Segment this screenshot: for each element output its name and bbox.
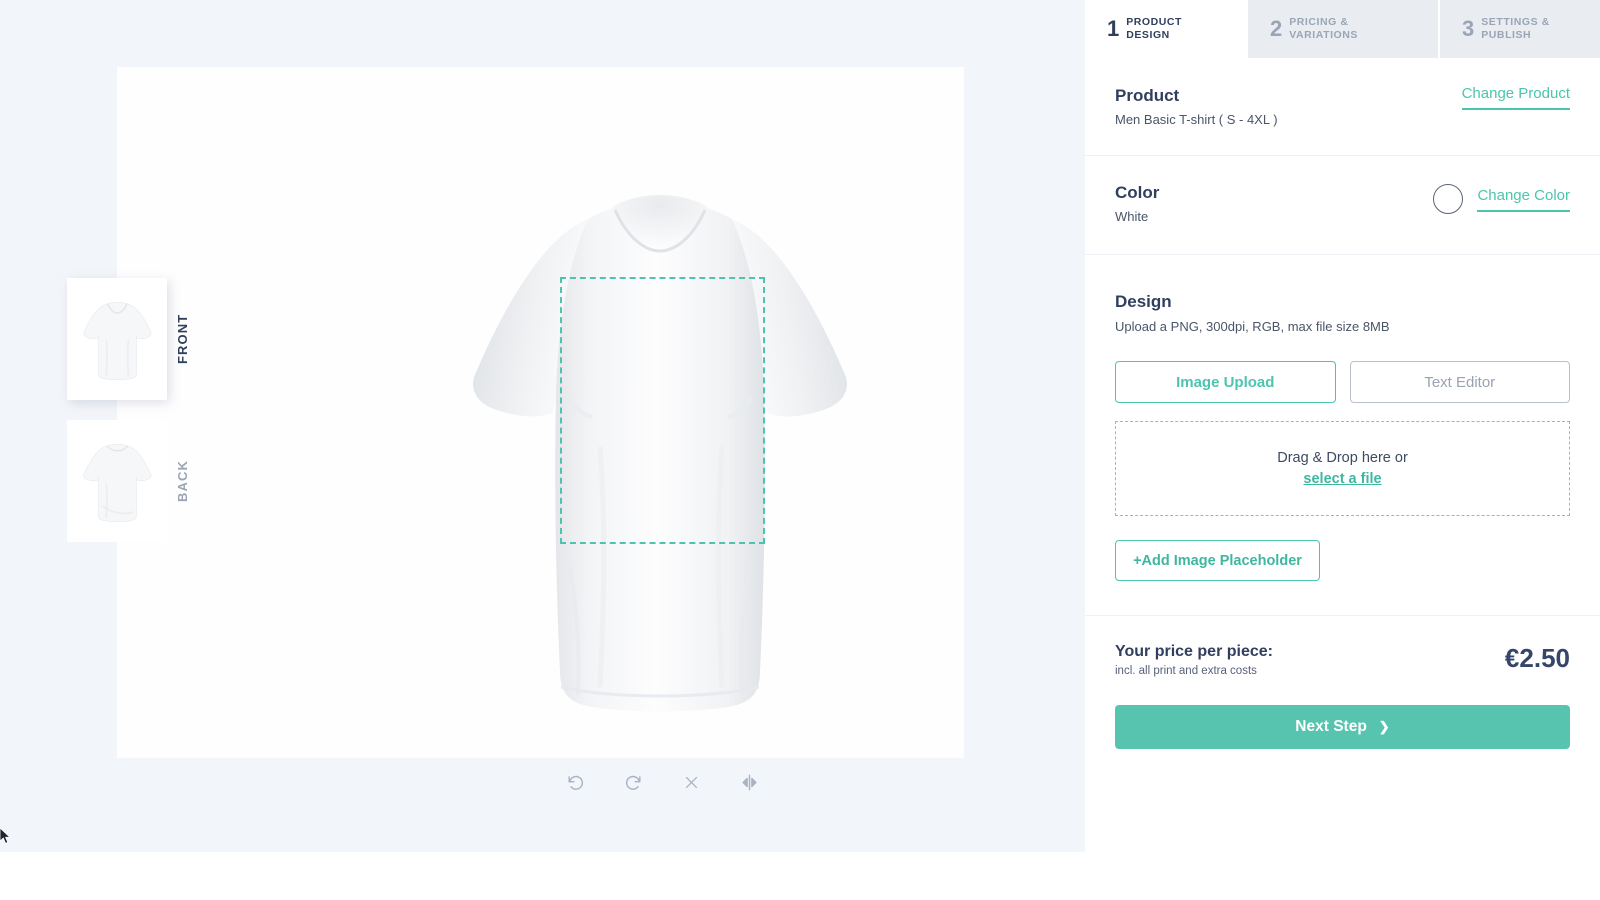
step-number-1: 1 — [1107, 16, 1120, 41]
step-label-1-line1: PRODUCT — [1126, 16, 1183, 29]
color-section: Color White Change Color — [1085, 156, 1600, 254]
product-canvas[interactable] — [117, 67, 964, 790]
view-thumbnail-front[interactable]: FRONT — [67, 278, 197, 400]
chevron-right-icon: ❯ — [1378, 719, 1390, 735]
undo-icon[interactable] — [560, 767, 590, 797]
canvas-toolbar — [560, 767, 765, 797]
step-label-3-line2: PUBLISH — [1481, 29, 1532, 41]
step-label-1: PRODUCT DESIGN — [1126, 16, 1182, 42]
product-section: Product Men Basic T-shirt ( S - 4XL ) Ch… — [1085, 58, 1600, 155]
text-editor-button[interactable]: Text Editor — [1349, 361, 1570, 404]
step-number-2: 2 — [1270, 16, 1283, 41]
price-note: incl. all print and extra costs — [1115, 665, 1257, 678]
color-section-title: Color — [1115, 183, 1160, 203]
image-upload-button[interactable]: Image Upload — [1115, 361, 1336, 404]
tab-settings-publish[interactable]: 3 SETTINGS & PUBLISH — [1438, 0, 1600, 58]
step-label-2-line2: VARIATIONS — [1289, 29, 1358, 41]
design-section: Design Upload a PNG, 300dpi, RGB, max fi… — [1085, 255, 1600, 615]
view-label-back: BACK — [175, 460, 190, 502]
tab-pricing-variations[interactable]: 2 PRICING & VARIATIONS — [1248, 0, 1438, 58]
step-label-3: SETTINGS & PUBLISH — [1481, 16, 1550, 42]
print-area-outline[interactable] — [560, 277, 765, 544]
file-dropzone[interactable]: Drag & Drop here or select a file — [1115, 421, 1570, 517]
view-thumbnail-list: FRONT BACK — [67, 278, 197, 562]
thumbnail-image-back[interactable] — [67, 420, 167, 542]
change-color-button[interactable]: Change Color — [1477, 187, 1570, 212]
color-swatch[interactable] — [1433, 184, 1464, 215]
step-label-2: PRICING & VARIATIONS — [1289, 16, 1358, 42]
design-mode-buttons: Image Upload Text Editor — [1115, 361, 1570, 404]
design-workspace: FRONT BACK — [0, 0, 1106, 852]
design-section-subtitle: Upload a PNG, 300dpi, RGB, max file size… — [1115, 318, 1390, 334]
design-section-title: Design — [1115, 292, 1172, 312]
price-label: Your price per piece: — [1115, 643, 1273, 661]
step-label-2-line1: PRICING & — [1289, 16, 1349, 29]
next-step-button[interactable]: Next Step ❯ — [1115, 705, 1570, 750]
step-label-1-line2: DESIGN — [1126, 29, 1170, 41]
product-section-title: Product — [1115, 86, 1180, 105]
view-label-front: FRONT — [175, 313, 190, 365]
mirror-icon[interactable] — [735, 767, 765, 797]
mouse-cursor-icon — [0, 828, 12, 844]
color-name: White — [1115, 209, 1149, 225]
redo-icon[interactable] — [618, 767, 648, 797]
dropzone-text: Drag & Drop here or — [1277, 450, 1408, 467]
product-designer-app: FRONT BACK 1 PRODUCT DESIGN 2 PRICING & … — [0, 0, 1600, 900]
tab-product-design[interactable]: 1 PRODUCT DESIGN — [1085, 0, 1248, 58]
view-thumbnail-back[interactable]: BACK — [67, 420, 197, 542]
thumbnail-image-front[interactable] — [67, 278, 167, 400]
product-name: Men Basic T-shirt ( S - 4XL ) — [1115, 112, 1278, 128]
settings-panel: 1 PRODUCT DESIGN 2 PRICING & VARIATIONS … — [1085, 0, 1600, 900]
select-file-link[interactable]: select a file — [1303, 471, 1381, 487]
wizard-steps: 1 PRODUCT DESIGN 2 PRICING & VARIATIONS … — [1085, 0, 1600, 58]
price-value: €2.50 — [1504, 643, 1570, 674]
change-product-button[interactable]: Change Product — [1461, 85, 1570, 110]
step-label-3-line1: SETTINGS & — [1481, 16, 1550, 29]
next-step-label: Next Step — [1295, 718, 1367, 736]
add-image-placeholder-button[interactable]: +Add Image Placeholder — [1115, 540, 1320, 582]
price-section: Your price per piece: incl. all print an… — [1085, 616, 1600, 769]
step-number-3: 3 — [1462, 16, 1475, 41]
delete-icon[interactable] — [677, 767, 707, 797]
